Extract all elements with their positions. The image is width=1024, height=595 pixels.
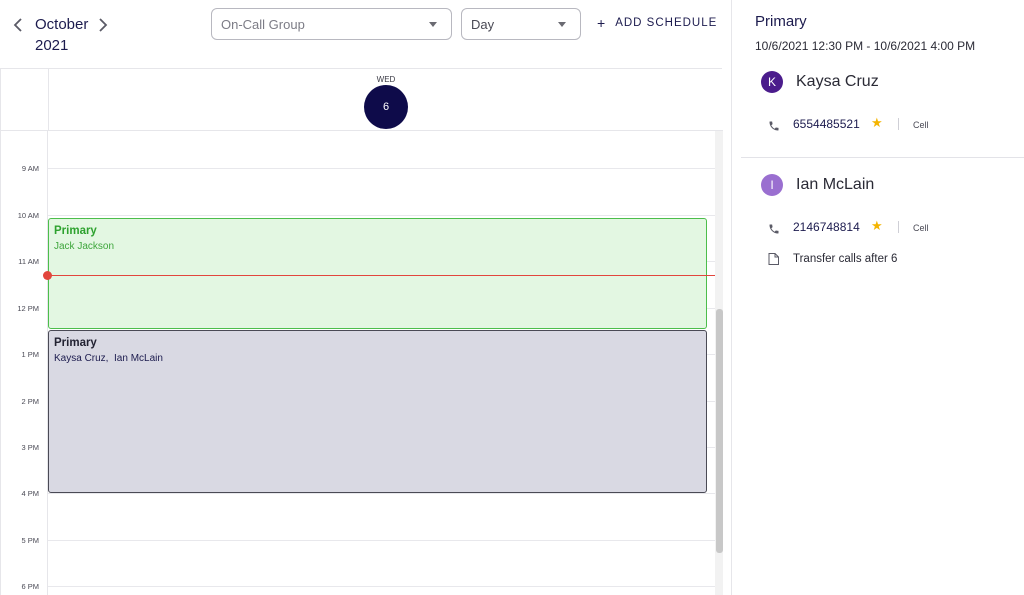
- on-call-group-select[interactable]: On-Call Group: [211, 8, 452, 40]
- chevron-left-icon: [13, 18, 22, 32]
- dropdown-caret-icon: [429, 22, 437, 27]
- hour-label: 3 PM: [21, 443, 39, 452]
- add-schedule-button[interactable]: + ADD SCHEDULE: [597, 15, 717, 31]
- separator: [898, 118, 899, 130]
- gutter-divider: [48, 69, 49, 131]
- current-time-dot: [43, 271, 52, 280]
- hour-label: 12 PM: [17, 304, 39, 313]
- phone-number-link[interactable]: 2146748814: [793, 220, 860, 234]
- hour-label: 1 PM: [21, 350, 39, 359]
- chevron-right-icon: [99, 18, 108, 32]
- day-calendar: WED 6 9 AM 10 AM 11 AM 12 PM 1 PM 2 PM 3…: [0, 68, 723, 595]
- scrollbar-thumb[interactable]: [716, 309, 723, 553]
- view-select[interactable]: Day: [461, 8, 581, 40]
- current-time-line: [48, 275, 715, 276]
- phone-icon: [769, 224, 779, 234]
- hour-label: 5 PM: [21, 536, 39, 545]
- schedule-details-panel: Primary 10/6/2021 12:30 PM - 10/6/2021 4…: [733, 0, 1024, 595]
- event-people: Jack Jackson: [54, 241, 115, 252]
- details-title: Primary: [755, 13, 807, 30]
- schedule-event[interactable]: Primary Jack Jackson: [48, 218, 707, 329]
- hour-label: 9 AM: [21, 164, 39, 173]
- phone-type: Cell: [913, 223, 929, 233]
- star-icon: ★: [871, 115, 883, 130]
- hour-label: 2 PM: [21, 397, 39, 406]
- details-time-range: 10/6/2021 12:30 PM - 10/6/2021 4:00 PM: [755, 39, 976, 53]
- star-icon: ★: [871, 218, 883, 233]
- hour-label: 4 PM: [21, 489, 39, 498]
- hour-line: [48, 586, 715, 587]
- avatar: K: [761, 71, 783, 93]
- phone-number-link[interactable]: 6554485521: [793, 117, 860, 131]
- person-name: Kaysa Cruz: [796, 73, 879, 90]
- on-call-group-placeholder: On-Call Group: [221, 17, 305, 32]
- plus-icon: +: [597, 15, 606, 31]
- time-grid[interactable]: 9 AM 10 AM 11 AM 12 PM 1 PM 2 PM 3 PM 4 …: [1, 131, 715, 595]
- hour-line: [48, 540, 715, 541]
- person-name: Ian McLain: [796, 176, 875, 193]
- note-icon: [768, 253, 779, 265]
- view-select-value: Day: [471, 17, 495, 32]
- separator: [898, 221, 899, 233]
- hour-label: 6 PM: [21, 582, 39, 591]
- current-year: 2021: [35, 37, 69, 54]
- day-header: WED 6: [1, 69, 723, 131]
- calendar-toolbar: October 2021 On-Call Group Day + ADD SCH…: [0, 0, 732, 68]
- event-title: Primary: [54, 337, 97, 349]
- day-number-badge[interactable]: 6: [364, 85, 408, 129]
- day-of-week: WED: [376, 75, 396, 84]
- hour-line: [48, 215, 715, 216]
- hour-label: 10 AM: [17, 211, 39, 220]
- schedule-event-selected[interactable]: Primary Kaysa Cruz, Ian McLain: [48, 330, 707, 493]
- avatar: I: [761, 174, 783, 196]
- next-month-button[interactable]: [94, 14, 112, 36]
- dropdown-caret-icon: [558, 22, 566, 27]
- event-title: Primary: [54, 225, 97, 237]
- person-note: Transfer calls after 6: [793, 253, 898, 265]
- hour-line: [48, 493, 715, 494]
- event-people: Kaysa Cruz, Ian McLain: [54, 353, 163, 364]
- calendar-panel: October 2021 On-Call Group Day + ADD SCH…: [0, 0, 732, 595]
- section-divider: [741, 157, 1024, 158]
- current-month: October: [35, 16, 89, 33]
- phone-type: Cell: [913, 120, 929, 130]
- add-schedule-label: ADD SCHEDULE: [615, 17, 718, 29]
- phone-icon: [769, 121, 779, 131]
- hour-line: [48, 168, 715, 169]
- prev-month-button[interactable]: [9, 14, 27, 36]
- hour-label: 11 AM: [18, 257, 39, 266]
